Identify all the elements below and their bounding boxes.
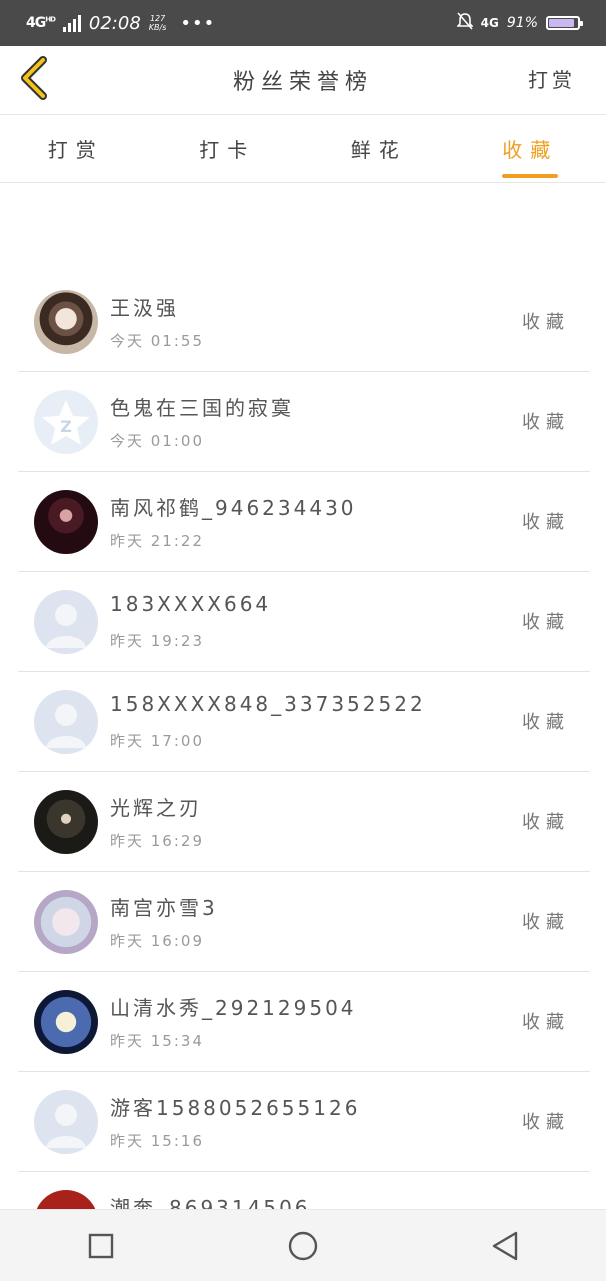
user-name: 游客1588052655126	[110, 1092, 360, 1121]
system-nav-bar	[0, 1209, 606, 1281]
user-name: 光辉之刃	[110, 792, 202, 821]
list-item[interactable]: 南宫亦雪3 昨天 16:09 收藏	[18, 872, 590, 972]
status-left: 4GHD 02:08 127KB/s •••	[26, 13, 215, 34]
back-button[interactable]	[16, 56, 52, 100]
user-name: 南风祁鹤_946234430	[110, 492, 357, 521]
status-right: 4G 91%	[457, 12, 580, 34]
list-item[interactable]: 王汲强 今天 01:55 收藏	[18, 272, 590, 372]
user-name: 色鬼在三国的寂寞	[110, 392, 294, 421]
item-action: 收藏	[522, 808, 570, 834]
user-name: 南宫亦雪3	[110, 892, 218, 921]
list-item[interactable]: Z 色鬼在三国的寂寞 今天 01:00 收藏	[18, 372, 590, 472]
mute-bell-icon	[457, 12, 473, 34]
back-triangle-icon	[490, 1230, 520, 1262]
item-action: 收藏	[522, 308, 570, 334]
item-time: 昨天 15:16	[110, 1130, 204, 1151]
item-action: 收藏	[522, 708, 570, 734]
item-time: 昨天 16:09	[110, 930, 204, 951]
avatar[interactable]	[34, 890, 98, 954]
chevron-left-icon	[19, 56, 49, 100]
list-item[interactable]: 183XXXX664 昨天 19:23 收藏	[18, 572, 590, 672]
avatar[interactable]	[34, 690, 98, 754]
list-item[interactable]: 158XXXX848_337352522 昨天 17:00 收藏	[18, 672, 590, 772]
item-action: 收藏	[522, 1108, 570, 1134]
home-icon	[287, 1230, 319, 1262]
item-time: 昨天 19:23	[110, 630, 204, 651]
avatar[interactable]	[34, 990, 98, 1054]
item-action: 收藏	[522, 408, 570, 434]
recent-apps-button[interactable]	[81, 1226, 121, 1266]
network-type: 4GHD	[26, 15, 55, 31]
item-action: 收藏	[522, 908, 570, 934]
battery-percent: 91%	[507, 15, 538, 31]
user-name: 183XXXX664	[110, 592, 271, 616]
fan-list: 王汲强 今天 01:55 收藏 Z 色鬼在三国的寂寞 今天 01:00 收藏 南…	[18, 272, 590, 1209]
avatar[interactable]	[34, 590, 98, 654]
item-time: 昨天 16:29	[110, 830, 204, 851]
tab-bar: 打赏 打卡 鲜花 收藏	[0, 115, 606, 183]
user-name: 158XXXX848_337352522	[110, 692, 426, 716]
avatar[interactable]: Z	[34, 390, 98, 454]
more-dots-icon: •••	[180, 13, 215, 34]
item-time: 昨天 15:34	[110, 1030, 204, 1051]
battery-icon	[546, 16, 580, 30]
title-bar: 粉丝荣誉榜 打赏	[0, 46, 606, 115]
avatar[interactable]	[34, 490, 98, 554]
recent-apps-icon	[88, 1233, 114, 1259]
default-user-icon	[34, 690, 98, 754]
item-action: 收藏	[522, 508, 570, 534]
reward-button[interactable]: 打赏	[528, 64, 576, 93]
item-action: 收藏	[522, 1008, 570, 1034]
net-speed: 127KB/s	[149, 14, 167, 32]
list-item[interactable]: 游客1588052655126 昨天 15:16 收藏	[18, 1072, 590, 1172]
avatar[interactable]	[34, 290, 98, 354]
item-time: 今天 01:55	[110, 330, 204, 351]
user-name: 潮奔_869314506	[110, 1192, 311, 1209]
home-button[interactable]	[283, 1226, 323, 1266]
list-item[interactable]: 南风祁鹤_946234430 昨天 21:22 收藏	[18, 472, 590, 572]
user-name: 王汲强	[110, 292, 179, 321]
default-user-icon	[34, 1090, 98, 1154]
back-nav-button[interactable]	[485, 1226, 525, 1266]
avatar[interactable]	[34, 1190, 98, 1209]
clock: 02:08	[89, 13, 141, 34]
user-name: 山清水秀_292129504	[110, 992, 357, 1021]
status-bar: 4GHD 02:08 127KB/s ••• 4G 91%	[0, 0, 606, 46]
list-item[interactable]: 光辉之刃 昨天 16:29 收藏	[18, 772, 590, 872]
qq-star-icon: Z	[34, 390, 98, 454]
svg-text:Z: Z	[60, 417, 72, 436]
list-item[interactable]: 山清水秀_292129504 昨天 15:34 收藏	[18, 972, 590, 1072]
list-item[interactable]: 潮奔_869314506	[18, 1172, 590, 1209]
network-type-right: 4G	[481, 16, 499, 30]
avatar[interactable]	[34, 1090, 98, 1154]
item-time: 昨天 21:22	[110, 530, 204, 551]
avatar[interactable]	[34, 790, 98, 854]
page-title: 粉丝荣誉榜	[233, 64, 373, 96]
item-time: 昨天 17:00	[110, 730, 204, 751]
item-action: 收藏	[522, 608, 570, 634]
default-user-icon	[34, 590, 98, 654]
tab-favorites[interactable]: 收藏	[455, 115, 606, 182]
tab-reward[interactable]: 打赏	[0, 115, 152, 182]
tab-flowers[interactable]: 鲜花	[303, 115, 455, 182]
tab-checkin[interactable]: 打卡	[152, 115, 304, 182]
signal-icon	[63, 14, 81, 32]
item-time: 今天 01:00	[110, 430, 204, 451]
